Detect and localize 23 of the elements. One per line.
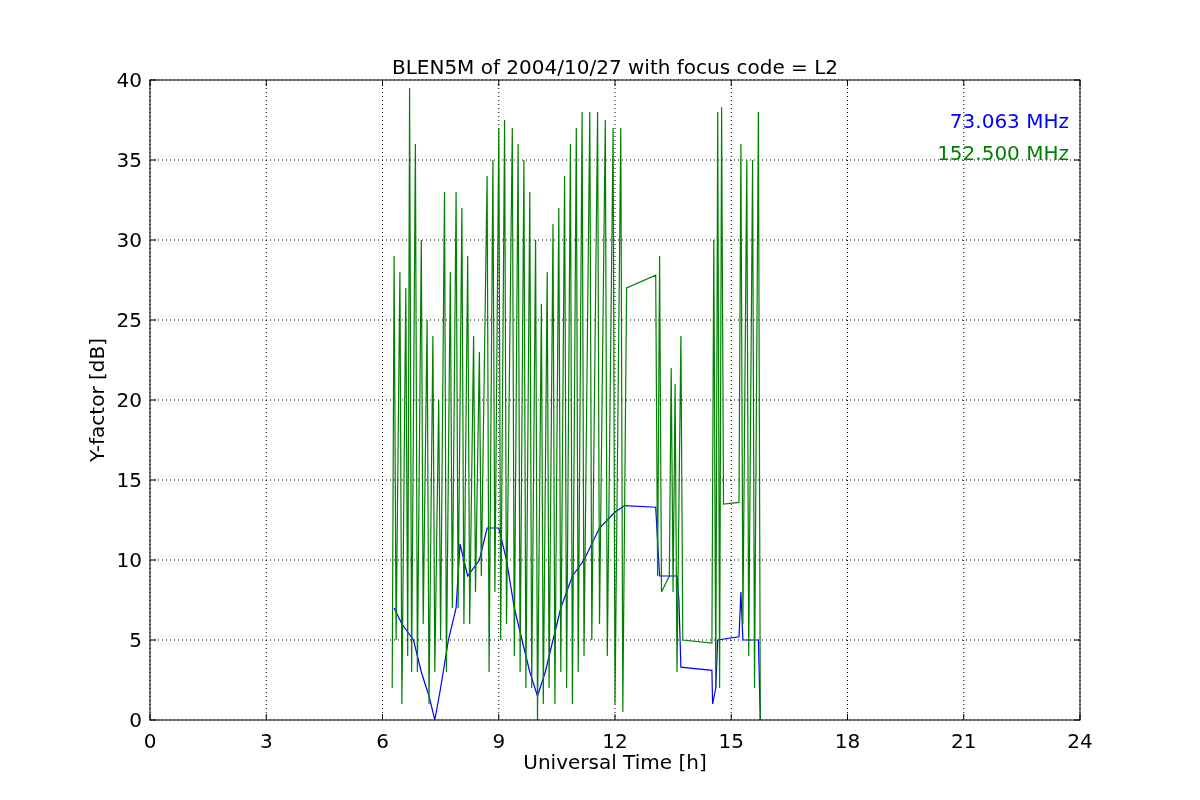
x-tick-label: 15 [718, 729, 744, 753]
y-tick-label: 40 [116, 68, 142, 92]
x-tick-label: 6 [376, 729, 389, 753]
x-tick-label: 9 [492, 729, 506, 753]
y-tick-label: 5 [129, 628, 142, 652]
x-tick-label: 24 [1067, 729, 1093, 753]
x-tick-label: 18 [834, 729, 861, 753]
y-tick-label: 35 [116, 148, 142, 172]
x-tick-label: 0 [143, 729, 157, 753]
y-tick-label: 25 [116, 308, 142, 332]
y-tick-label: 15 [116, 468, 142, 492]
legend-label: 152.500 MHz [937, 141, 1069, 165]
chart-title: BLEN5M of 2004/10/27 with focus code = L2 [391, 55, 839, 79]
y-axis-label: Y-factor [dB] [85, 338, 109, 462]
legend-label: 73.063 MHz [949, 109, 1069, 133]
x-tick-label: 12 [602, 729, 628, 753]
y-tick-label: 20 [116, 388, 142, 412]
y-tick-label: 0 [129, 708, 142, 732]
x-tick-label: 21 [951, 729, 977, 753]
x-tick-label: 3 [259, 729, 273, 753]
x-axis-label: Universal Time [h] [523, 750, 707, 774]
y-tick-label: 10 [116, 548, 142, 572]
y-tick-label: 30 [116, 228, 142, 252]
